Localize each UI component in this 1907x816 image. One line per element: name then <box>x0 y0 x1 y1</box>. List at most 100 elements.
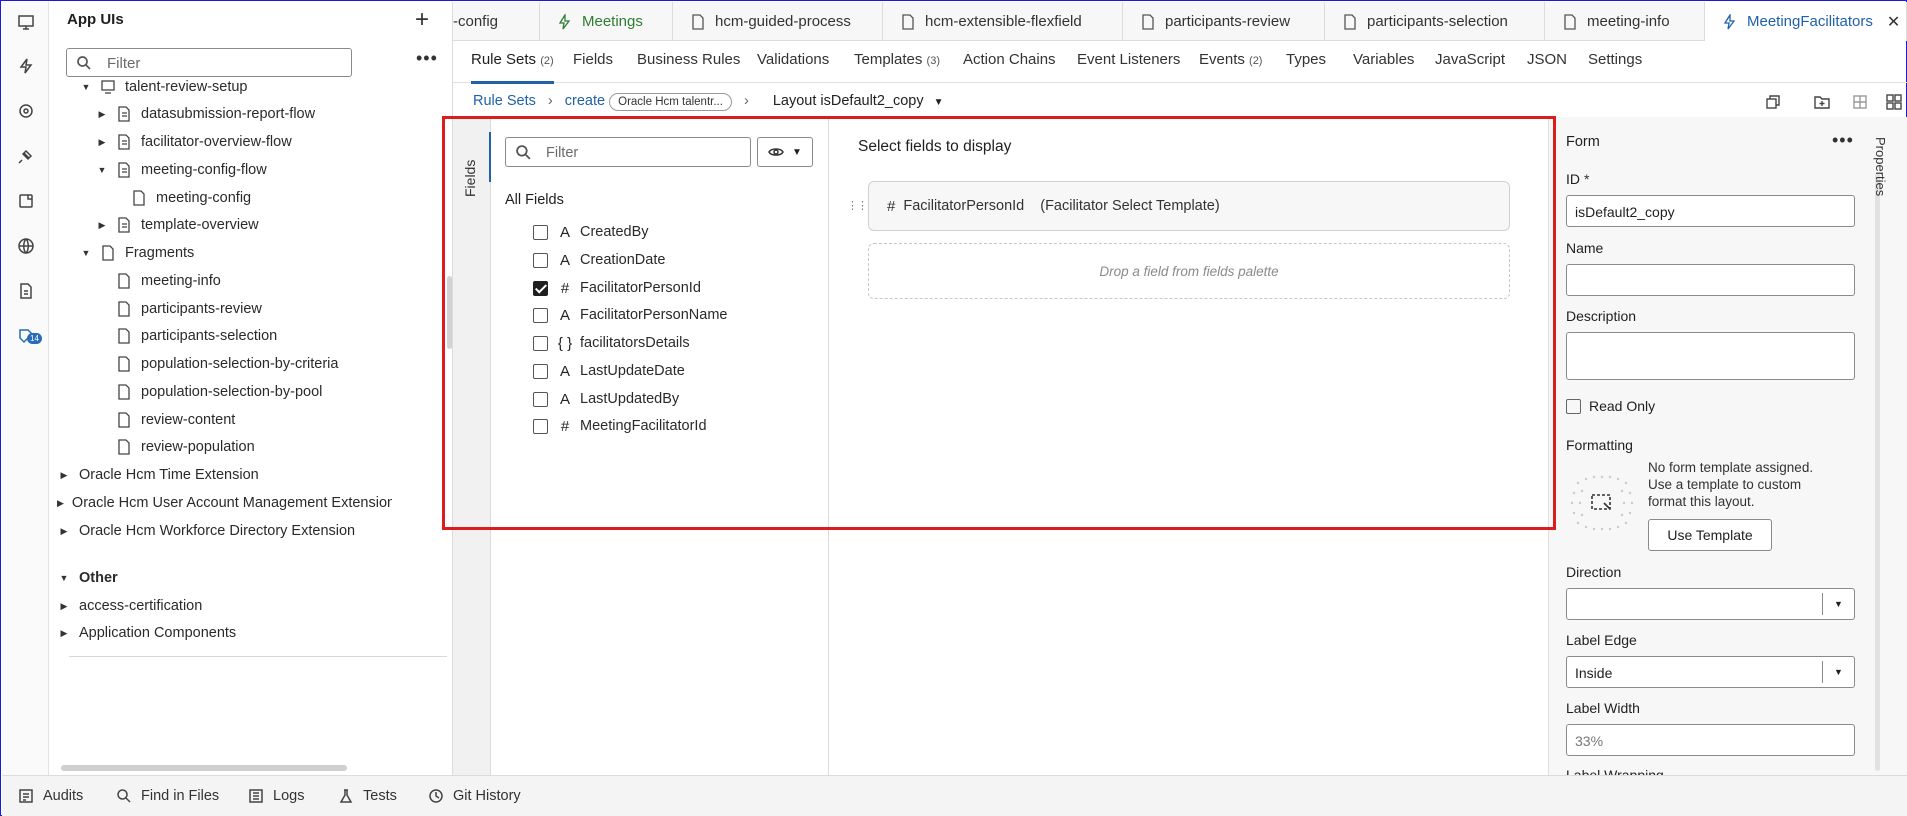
selected-field-card[interactable]: # FacilitatorPersonId (Facilitator Selec… <box>868 181 1510 231</box>
field-checkbox[interactable] <box>533 307 548 323</box>
globe-icon[interactable] <box>14 234 38 258</box>
field-item[interactable]: A CreatedBy <box>533 221 649 243</box>
tab-fields[interactable]: Fields <box>573 51 613 68</box>
component-icon[interactable] <box>14 189 38 213</box>
layout-selector[interactable]: Layout isDefault2_copy ▼ <box>773 93 944 109</box>
process-icon[interactable] <box>14 99 38 123</box>
plug-icon[interactable] <box>14 144 38 168</box>
chevron-down-icon[interactable]: ▼ <box>79 248 93 258</box>
drop-zone[interactable]: Drop a field from fields palette <box>868 243 1510 299</box>
chevron-right-icon[interactable]: ▶ <box>57 470 71 481</box>
description-textarea[interactable] <box>1566 332 1855 380</box>
layout-view-icon[interactable] <box>1885 93 1905 113</box>
chevron-down-icon[interactable]: ▼ <box>95 165 109 175</box>
field-item[interactable]: A LastUpdatedBy <box>533 388 679 410</box>
use-template-button[interactable]: Use Template <box>1648 519 1772 551</box>
field-checkbox[interactable] <box>533 418 548 434</box>
chevron-right-icon[interactable]: ▶ <box>57 628 71 639</box>
field-checkbox[interactable] <box>533 363 548 379</box>
tree-item[interactable]: ▼ talent-review-setup <box>79 76 248 98</box>
tab-rule-sets[interactable]: Rule Sets (2) <box>471 51 554 84</box>
tab-event-listeners[interactable]: Event Listeners <box>1077 51 1180 68</box>
tree-item[interactable]: ▼ meeting-config-flow <box>95 159 267 181</box>
sidebar-filter-input[interactable]: Filter <box>66 48 352 77</box>
field-checkbox[interactable] <box>533 280 548 296</box>
tab-javascript[interactable]: JavaScript <box>1435 51 1505 68</box>
direction-select[interactable]: ▼ <box>1566 588 1855 620</box>
new-folder-icon[interactable] <box>1813 93 1833 113</box>
tab-meeting-info[interactable]: meeting-info <box>1545 2 1705 41</box>
field-item[interactable]: { } facilitatorsDetails <box>533 332 690 354</box>
tests-button[interactable]: Tests <box>338 788 397 804</box>
tab-hcm-extensible-flexfield[interactable]: hcm-extensible-flexfield <box>883 2 1123 41</box>
logs-button[interactable]: Logs <box>248 788 304 804</box>
tab-participants-review[interactable]: participants-review <box>1123 2 1325 41</box>
tree-section-other[interactable]: ▼ Other <box>57 567 118 589</box>
monitor-icon[interactable] <box>14 10 38 34</box>
field-checkbox[interactable] <box>533 252 548 268</box>
checkbox[interactable] <box>1566 398 1581 414</box>
tree-item[interactable]: ▶ access-certification <box>57 595 203 617</box>
tree-item[interactable]: participants-selection <box>117 325 277 347</box>
breadcrumb-create[interactable]: create <box>565 93 605 109</box>
properties-scrollbar[interactable] <box>1875 173 1880 771</box>
fields-vertical-tab[interactable]: Fields <box>453 117 491 775</box>
more-options-icon[interactable]: ••• <box>416 48 438 69</box>
vertical-scrollbar[interactable] <box>447 276 452 349</box>
field-item[interactable]: A FacilitatorPersonName <box>533 304 727 326</box>
tree-item[interactable]: population-selection-by-pool <box>117 381 322 403</box>
tab-business-rules[interactable]: Business Rules <box>637 51 740 68</box>
chevron-right-icon[interactable]: ▶ <box>57 601 71 612</box>
name-input[interactable] <box>1566 264 1855 296</box>
label-edge-select[interactable]: Inside ▼ <box>1566 656 1855 688</box>
label-width-input[interactable]: 33% <box>1566 724 1855 756</box>
tree-item[interactable]: ▶ Application Components <box>57 622 237 644</box>
tree-item[interactable]: review-content <box>117 409 235 431</box>
field-checkbox[interactable] <box>533 335 548 351</box>
tab-types[interactable]: Types <box>1286 51 1326 68</box>
tree-item[interactable]: participants-review <box>117 298 262 320</box>
tree-item[interactable]: ▶ Oracle Hcm Workforce Directory Extensio… <box>57 520 356 542</box>
chevron-right-icon[interactable]: ▶ <box>57 498 64 509</box>
tab-settings[interactable]: Settings <box>1588 51 1642 68</box>
tab-hcm-guided-process[interactable]: hcm-guided-process <box>673 2 883 41</box>
tab-validations[interactable]: Validations <box>757 51 829 68</box>
field-item[interactable]: A CreationDate <box>533 249 665 271</box>
tree-item[interactable]: ▶ datasubmission-report-flow <box>95 103 316 125</box>
tab-events[interactable]: Events (2) <box>1199 51 1262 68</box>
field-item[interactable]: A LastUpdateDate <box>533 360 685 382</box>
duplicate-icon[interactable] <box>1764 93 1784 113</box>
read-only-checkbox[interactable]: Read Only <box>1566 398 1655 414</box>
tab-variables[interactable]: Variables <box>1353 51 1414 68</box>
drag-handle-icon[interactable]: ⋮⋮ <box>847 199 868 212</box>
tree-item[interactable]: review-population <box>117 436 255 458</box>
tab-json[interactable]: JSON <box>1527 51 1567 68</box>
breadcrumb-rule-sets[interactable]: Rule Sets <box>473 93 536 109</box>
find-in-files-button[interactable]: Find in Files <box>116 788 219 804</box>
tree-item[interactable]: population-selection-by-criteria <box>117 353 338 375</box>
tab-action-chains[interactable]: Action Chains <box>963 51 1056 68</box>
tree-item[interactable]: ▼ Fragments <box>79 242 195 264</box>
audits-button[interactable]: Audits <box>18 788 83 804</box>
business-object-icon[interactable]: 14 <box>14 324 42 348</box>
chevron-right-icon[interactable]: ▶ <box>95 137 109 148</box>
visibility-menu-button[interactable]: ▼ <box>757 137 813 167</box>
more-options-icon[interactable]: ••• <box>1832 130 1854 151</box>
field-item[interactable]: # MeetingFacilitatorId <box>533 415 707 437</box>
chevron-down-icon[interactable]: ▼ <box>79 82 93 92</box>
tab-meetingfacilitators[interactable]: MeetingFacilitators ✕ <box>1705 2 1907 41</box>
palette-filter-input[interactable]: Filter <box>505 137 751 167</box>
grid-view-icon[interactable] <box>1851 93 1871 113</box>
tab-config[interactable]: -config <box>453 2 540 41</box>
tab-meetings[interactable]: Meetings <box>540 2 673 41</box>
field-item[interactable]: # FacilitatorPersonId <box>533 277 701 299</box>
tree-item[interactable]: ▶ Oracle Hcm User Account Management Exte… <box>57 492 392 514</box>
horizontal-scrollbar[interactable] <box>61 765 347 771</box>
field-checkbox[interactable] <box>533 391 548 407</box>
tree-item[interactable]: ▶ template-overview <box>95 214 259 236</box>
tree-item[interactable]: ▶ facilitator-overview-flow <box>95 131 292 153</box>
close-icon[interactable]: ✕ <box>1887 12 1900 32</box>
lightning-icon[interactable] <box>14 54 38 78</box>
tree-item[interactable]: meeting-config <box>132 187 251 209</box>
breadcrumb-chip[interactable]: Oracle Hcm talentr... <box>609 93 732 111</box>
